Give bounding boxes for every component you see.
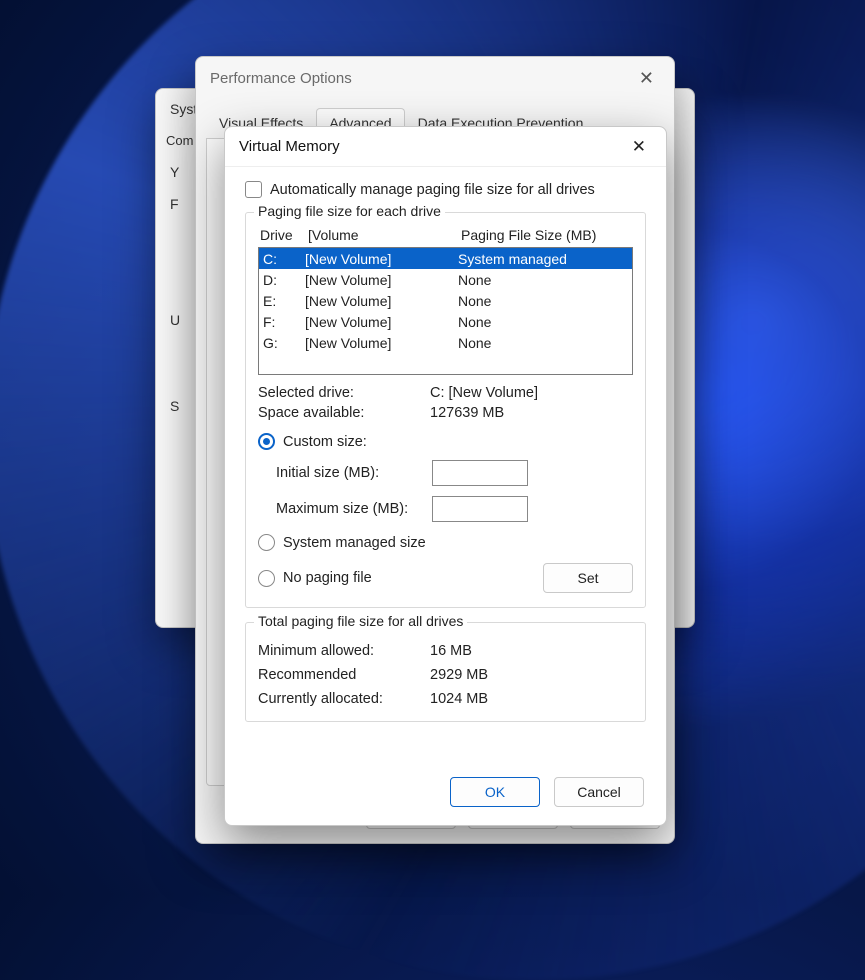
minimum-allowed-label: Minimum allowed:	[258, 643, 430, 659]
selected-drive-label: Selected drive:	[258, 385, 430, 401]
set-button[interactable]: Set	[543, 563, 633, 593]
drive-row[interactable]: E: [New Volume] None	[259, 290, 632, 311]
virtual-memory-title: Virtual Memory	[239, 138, 340, 155]
radio-icon	[258, 433, 275, 450]
drive-size: None	[458, 314, 628, 330]
recommended-label: Recommended	[258, 667, 430, 683]
close-icon[interactable]: ✕	[624, 133, 654, 161]
system-managed-radio[interactable]: System managed size	[258, 534, 633, 551]
system-managed-label: System managed size	[283, 535, 426, 551]
selected-drive-value: C: [New Volume]	[430, 385, 538, 401]
no-paging-label: No paging file	[283, 570, 372, 586]
drive-row[interactable]: C: [New Volume] System managed	[259, 248, 632, 269]
drive-letter: D:	[261, 272, 305, 288]
drive-volume: [New Volume]	[305, 335, 458, 351]
drive-letter: F:	[261, 314, 305, 330]
drive-letter: C:	[261, 251, 305, 267]
auto-manage-checkbox[interactable]: Automatically manage paging file size fo…	[245, 181, 646, 198]
drive-list[interactable]: C: [New Volume] System managed D: [New V…	[258, 247, 633, 375]
drive-size: System managed	[458, 251, 628, 267]
maximum-size-input[interactable]	[432, 496, 528, 522]
paging-per-drive-group: Paging file size for each drive Drive [V…	[245, 212, 646, 608]
initial-size-label: Initial size (MB):	[276, 465, 426, 481]
currently-allocated-label: Currently allocated:	[258, 691, 430, 707]
custom-size-label: Custom size:	[283, 434, 367, 450]
drive-row[interactable]: F: [New Volume] None	[259, 311, 632, 332]
drive-volume: [New Volume]	[305, 272, 458, 288]
drive-volume: [New Volume]	[305, 293, 458, 309]
maximum-size-label: Maximum size (MB):	[276, 501, 426, 517]
auto-manage-label: Automatically manage paging file size fo…	[270, 182, 595, 198]
header-size: Paging File Size (MB)	[461, 227, 631, 243]
group-legend: Total paging file size for all drives	[254, 613, 467, 629]
radio-icon	[258, 570, 275, 587]
drive-row[interactable]: D: [New Volume] None	[259, 269, 632, 290]
header-volume: [Volume	[308, 227, 461, 243]
cancel-button[interactable]: Cancel	[554, 777, 644, 807]
performance-options-title: Performance Options	[210, 70, 352, 87]
radio-icon	[258, 534, 275, 551]
checkbox-icon	[245, 181, 262, 198]
drive-row[interactable]: G: [New Volume] None	[259, 332, 632, 353]
custom-size-radio[interactable]: Custom size:	[258, 433, 633, 450]
virtual-memory-window: Virtual Memory ✕ Automatically manage pa…	[224, 126, 667, 826]
no-paging-radio[interactable]: No paging file	[258, 570, 372, 587]
ok-button[interactable]: OK	[450, 777, 540, 807]
header-drive: Drive	[260, 227, 308, 243]
drive-size: None	[458, 335, 628, 351]
group-legend: Paging file size for each drive	[254, 203, 445, 219]
total-paging-group: Total paging file size for all drives Mi…	[245, 622, 646, 722]
initial-size-input[interactable]	[432, 460, 528, 486]
minimum-allowed-value: 16 MB	[430, 643, 472, 659]
currently-allocated-value: 1024 MB	[430, 691, 488, 707]
space-available-label: Space available:	[258, 405, 430, 421]
drive-letter: G:	[261, 335, 305, 351]
recommended-value: 2929 MB	[430, 667, 488, 683]
drive-volume: [New Volume]	[305, 314, 458, 330]
drive-list-header: Drive [Volume Paging File Size (MB)	[260, 227, 631, 243]
drive-size: None	[458, 293, 628, 309]
drive-letter: E:	[261, 293, 305, 309]
close-icon[interactable]: ✕	[631, 64, 662, 93]
drive-volume: [New Volume]	[305, 251, 458, 267]
space-available-value: 127639 MB	[430, 405, 504, 421]
drive-size: None	[458, 272, 628, 288]
